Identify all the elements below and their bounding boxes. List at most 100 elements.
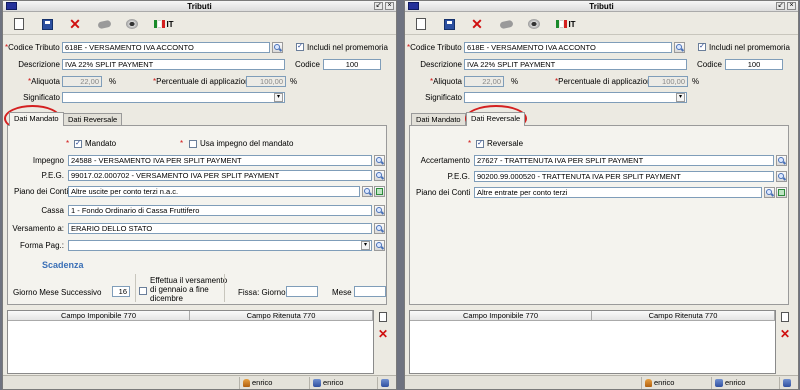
new-document-icon[interactable]: [413, 17, 429, 31]
fissa-giorno-input[interactable]: [286, 286, 318, 297]
col-imponibile-770[interactable]: Campo Imponibile 770: [8, 311, 190, 321]
piano-input[interactable]: Altre entrate per conto terzi: [474, 187, 762, 198]
cassa-input[interactable]: 1 - Fondo Ordinario di Cassa Fruttifero: [68, 205, 372, 216]
forma-pag-select[interactable]: ▾: [68, 240, 372, 251]
cassa-search-button[interactable]: [374, 205, 385, 216]
reversale-checkbox[interactable]: ✓: [476, 140, 484, 148]
aliquota-label: *Aliquota: [429, 77, 462, 86]
accertamento-search-button[interactable]: [776, 155, 787, 166]
settings-cell[interactable]: [377, 377, 396, 389]
descrizione-input[interactable]: IVA 22% SPLIT PAYMENT: [464, 59, 687, 70]
add-row-icon[interactable]: [377, 311, 389, 323]
language-flag-icon[interactable]: IT: [153, 17, 175, 31]
codice-tributo-input[interactable]: 618E - VERSAMENTO IVA ACCONTO: [62, 42, 270, 53]
codice-tributo-search-button[interactable]: [272, 42, 283, 53]
codice-input[interactable]: 100: [725, 59, 783, 70]
percentuale-input[interactable]: 100,00: [246, 76, 286, 87]
codice-input[interactable]: 100: [323, 59, 381, 70]
tools-icon: [381, 379, 389, 387]
app-logo-icon: [6, 2, 17, 10]
delete-icon[interactable]: ✕: [67, 17, 83, 31]
save-icon[interactable]: [441, 17, 457, 31]
includi-checkbox[interactable]: ✓: [296, 43, 304, 51]
tab-dati-reversale[interactable]: Dati Reversale: [466, 112, 526, 126]
fissa-giorno-label: Fissa: Giorno: [238, 288, 286, 297]
new-document-icon[interactable]: [11, 17, 27, 31]
col-imponibile-770[interactable]: Campo Imponibile 770: [410, 311, 592, 321]
add-row-icon[interactable]: [779, 311, 791, 323]
col-ritenuta-770[interactable]: Campo Ritenuta 770: [190, 311, 373, 321]
peg-search-button[interactable]: [776, 171, 787, 182]
minimize-button[interactable]: ↙: [374, 2, 383, 10]
piano-tree-button[interactable]: [776, 187, 787, 198]
forma-pag-label: Forma Pag.:: [19, 241, 64, 250]
search-icon: [273, 43, 280, 50]
usa-impegno-req-mark: *: [180, 139, 184, 148]
impegno-search-button[interactable]: [374, 155, 385, 166]
giorno-mese-input[interactable]: 16: [112, 286, 130, 297]
peg-input[interactable]: 99017.02.000702 - VERSAMENTO IVA PER SPL…: [68, 170, 372, 181]
codice-label: Codice: [295, 60, 320, 69]
tab-dati-mandato[interactable]: Dati Mandato: [9, 112, 64, 126]
save-icon[interactable]: [39, 17, 55, 31]
delete-row-icon[interactable]: ✕: [377, 328, 389, 340]
peg-input[interactable]: 90200.99.000520 - TRATTENUTA IVA PER SPL…: [474, 171, 774, 182]
toolbar: ✕ IT: [405, 13, 798, 35]
minimize-button[interactable]: ↙: [776, 2, 785, 10]
includi-label: Includi nel promemoria: [307, 43, 388, 52]
mese-input[interactable]: [354, 286, 386, 297]
versamento-search-button[interactable]: [374, 223, 385, 234]
grid-770[interactable]: Campo Imponibile 770 Campo Ritenuta 770: [7, 310, 374, 374]
aliquota-input[interactable]: 22,00: [62, 76, 102, 87]
impegno-input[interactable]: 24588 - VERSAMENTO IVA PER SPLIT PAYMENT: [68, 155, 372, 166]
accertamento-input[interactable]: 27627 - TRATTENUTA IVA PER SPLIT PAYMENT: [474, 155, 774, 166]
title-bar: Tributi ↙ ×: [3, 1, 396, 12]
search-icon: [375, 171, 382, 178]
language-flag-icon[interactable]: IT: [555, 17, 577, 31]
peg-search-button[interactable]: [374, 170, 385, 181]
handshake-icon[interactable]: [498, 17, 514, 31]
handshake-icon[interactable]: [96, 17, 112, 31]
view-icon[interactable]: [526, 17, 542, 31]
descrizione-input[interactable]: IVA 22% SPLIT PAYMENT: [62, 59, 285, 70]
codice-tributo-input[interactable]: 618E - VERSAMENTO IVA ACCONTO: [464, 42, 672, 53]
close-window-button[interactable]: ×: [385, 2, 394, 10]
piano-search-button[interactable]: [764, 187, 775, 198]
piano-tree-button[interactable]: [374, 186, 385, 197]
delete-row-icon[interactable]: ✕: [779, 328, 791, 340]
piano-search-button[interactable]: [362, 186, 373, 197]
significato-select[interactable]: ▾: [62, 92, 285, 103]
tributi-window-reversale: Tributi ↙ × ✕ IT *Codice Tributo 618E - …: [404, 0, 799, 390]
search-icon: [363, 187, 370, 194]
view-icon[interactable]: [124, 17, 140, 31]
grid-770[interactable]: Campo Imponibile 770 Campo Ritenuta 770: [409, 310, 776, 374]
reversale-req-mark: *: [468, 139, 472, 148]
close-window-button[interactable]: ×: [787, 2, 796, 10]
toolbar: ✕ IT: [3, 13, 396, 35]
col-ritenuta-770[interactable]: Campo Ritenuta 770: [592, 311, 775, 321]
piano-input[interactable]: Altre uscite per conto terzi n.a.c.: [68, 186, 360, 197]
versamento-input[interactable]: ERARIO DELLO STATO: [68, 223, 372, 234]
tree-icon: [376, 188, 383, 195]
mandato-checkbox[interactable]: ✓: [74, 140, 82, 148]
aliquota-input[interactable]: 22,00: [464, 76, 504, 87]
settings-cell[interactable]: [779, 377, 798, 389]
effettua-checkbox[interactable]: [139, 287, 147, 295]
user-icon: [645, 379, 652, 387]
significato-select[interactable]: ▾: [464, 92, 687, 103]
reversale-label: Reversale: [487, 139, 524, 148]
tree-icon: [778, 189, 785, 196]
users-icon: [715, 379, 723, 387]
delete-icon[interactable]: ✕: [469, 17, 485, 31]
codice-tributo-search-button[interactable]: [674, 42, 685, 53]
tributi-window-mandato: Tributi ↙ × ✕ IT *Codice Tributo 618E - …: [2, 0, 397, 390]
significato-label: Significato: [23, 93, 60, 102]
forma-pag-search-button[interactable]: [374, 240, 385, 251]
includi-checkbox[interactable]: ✓: [698, 43, 706, 51]
codice-tributo-label: *Codice Tributo: [5, 43, 60, 52]
usa-impegno-checkbox[interactable]: [189, 140, 197, 148]
percentuale-input[interactable]: 100,00: [648, 76, 688, 87]
search-icon: [777, 156, 784, 163]
aliquota-unit: %: [511, 77, 519, 86]
status-bar: enrico enrico: [3, 375, 396, 389]
